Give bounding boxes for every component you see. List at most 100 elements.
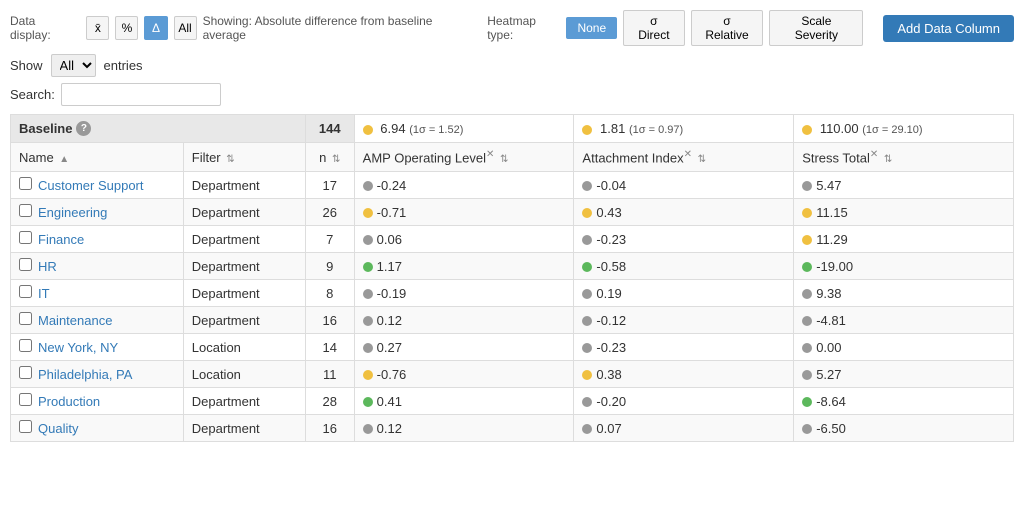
sort-n-icon[interactable]: ⇅ — [332, 154, 340, 165]
row-filter: Department — [183, 415, 305, 442]
sort-stress-icon[interactable]: ⇅ — [884, 154, 892, 165]
row-filter: Department — [183, 253, 305, 280]
row-filter: Location — [183, 361, 305, 388]
table-row: HR Department 9 1.17 -0.58 -19.00 — [11, 253, 1014, 280]
heatmap-section: Heatmap type: None σ Direct σ Relative S… — [487, 10, 863, 46]
heatmap-btn-scale[interactable]: Scale Severity — [769, 10, 863, 46]
row-name: Philadelphia, PA — [11, 361, 184, 388]
help-icon[interactable]: ? — [76, 121, 91, 136]
row-name-link[interactable]: Quality — [38, 421, 78, 436]
row-n: 16 — [305, 415, 354, 442]
row-amp: -0.24 — [354, 172, 574, 199]
row-checkbox[interactable] — [19, 177, 32, 190]
row-attach: -0.23 — [574, 334, 794, 361]
row-filter: Department — [183, 388, 305, 415]
row-name-link[interactable]: IT — [38, 286, 50, 301]
row-checkbox[interactable] — [19, 258, 32, 271]
icon-btn-pct[interactable]: % — [115, 16, 138, 40]
sort-name-icon[interactable]: ▲ — [59, 154, 69, 165]
row-name-link[interactable]: Customer Support — [38, 178, 144, 193]
col-header-filter: Filter ⇅ — [183, 143, 305, 172]
row-attach: 0.07 — [574, 415, 794, 442]
row-name: Maintenance — [11, 307, 184, 334]
row-n: 17 — [305, 172, 354, 199]
table-row: IT Department 8 -0.19 0.19 9.38 — [11, 280, 1014, 307]
icon-btn-delta[interactable]: Δ — [144, 16, 167, 40]
attach-dot — [582, 125, 592, 135]
row-checkbox[interactable] — [19, 312, 32, 325]
row-name-link[interactable]: Production — [38, 394, 100, 409]
row-name-link[interactable]: Philadelphia, PA — [38, 367, 132, 382]
remove-amp-icon[interactable]: ✕ — [486, 149, 494, 160]
row-checkbox[interactable] — [19, 339, 32, 352]
table-row: Engineering Department 26 -0.71 0.43 11.… — [11, 199, 1014, 226]
row-amp: 0.27 — [354, 334, 574, 361]
baseline-attach: 1.81 (1σ = 0.97) — [574, 115, 794, 143]
row-name: Finance — [11, 226, 184, 253]
row-amp: -0.71 — [354, 199, 574, 226]
row-stress: -8.64 — [794, 388, 1014, 415]
row-stress: 5.27 — [794, 361, 1014, 388]
heatmap-btn-direct[interactable]: σ Direct — [623, 10, 684, 46]
remove-attach-icon[interactable]: ✕ — [684, 149, 692, 160]
heatmap-btn-relative[interactable]: σ Relative — [691, 10, 764, 46]
row-checkbox[interactable] — [19, 204, 32, 217]
row-checkbox[interactable] — [19, 366, 32, 379]
row-attach: -0.58 — [574, 253, 794, 280]
icon-btn-all[interactable]: All — [174, 16, 197, 40]
sort-filter-icon[interactable]: ⇅ — [226, 154, 234, 165]
row-name-link[interactable]: Maintenance — [38, 313, 112, 328]
search-input[interactable] — [61, 83, 221, 106]
table-row: Maintenance Department 16 0.12 -0.12 -4.… — [11, 307, 1014, 334]
heatmap-btn-none[interactable]: None — [566, 17, 617, 39]
entries-select[interactable]: All 10 25 50 — [51, 54, 96, 77]
baseline-attach-val: 1.81 (1σ = 0.97) — [600, 121, 683, 136]
row-stress: 5.47 — [794, 172, 1014, 199]
search-row: Search: — [10, 83, 1014, 106]
row-n: 16 — [305, 307, 354, 334]
data-display-section: Data display: x̄ % Δ All Showing: Absolu… — [10, 14, 467, 42]
row-attach: 0.43 — [574, 199, 794, 226]
table-row: Customer Support Department 17 -0.24 -0.… — [11, 172, 1014, 199]
row-amp: -0.19 — [354, 280, 574, 307]
row-name: IT — [11, 280, 184, 307]
table-row: Philadelphia, PA Location 11 -0.76 0.38 … — [11, 361, 1014, 388]
row-name: Engineering — [11, 199, 184, 226]
row-amp: 1.17 — [354, 253, 574, 280]
row-n: 14 — [305, 334, 354, 361]
remove-stress-icon[interactable]: ✕ — [870, 149, 878, 160]
row-name-link[interactable]: HR — [38, 259, 57, 274]
col-header-amp: AMP Operating Level✕ ⇅ — [354, 143, 574, 172]
row-checkbox[interactable] — [19, 420, 32, 433]
row-checkbox[interactable] — [19, 285, 32, 298]
row-amp: 0.41 — [354, 388, 574, 415]
col-header-attach: Attachment Index✕ ⇅ — [574, 143, 794, 172]
entries-label: entries — [104, 58, 143, 73]
row-checkbox[interactable] — [19, 393, 32, 406]
row-attach: -0.23 — [574, 226, 794, 253]
row-n: 7 — [305, 226, 354, 253]
col-header-stress: Stress Total✕ ⇅ — [794, 143, 1014, 172]
showing-text: Showing: Absolute difference from baseli… — [203, 14, 468, 42]
row-attach: -0.12 — [574, 307, 794, 334]
row-amp: 0.12 — [354, 307, 574, 334]
row-amp: 0.06 — [354, 226, 574, 253]
col-header-n: n ⇅ — [305, 143, 354, 172]
baseline-n: 144 — [305, 115, 354, 143]
controls-row: Show All 10 25 50 entries — [10, 54, 1014, 77]
show-label: Show — [10, 58, 43, 73]
sort-attach-icon[interactable]: ⇅ — [698, 154, 706, 165]
heatmap-label: Heatmap type: — [487, 14, 560, 42]
row-filter: Department — [183, 280, 305, 307]
add-data-column-button[interactable]: Add Data Column — [883, 15, 1014, 42]
row-checkbox[interactable] — [19, 231, 32, 244]
amp-dot — [363, 125, 373, 135]
row-name: HR — [11, 253, 184, 280]
icon-btn-x[interactable]: x̄ — [86, 16, 109, 40]
row-name-link[interactable]: Finance — [38, 232, 84, 247]
row-n: 26 — [305, 199, 354, 226]
row-filter: Department — [183, 307, 305, 334]
row-name-link[interactable]: Engineering — [38, 205, 107, 220]
sort-amp-icon[interactable]: ⇅ — [500, 154, 508, 165]
row-name-link[interactable]: New York, NY — [38, 340, 118, 355]
